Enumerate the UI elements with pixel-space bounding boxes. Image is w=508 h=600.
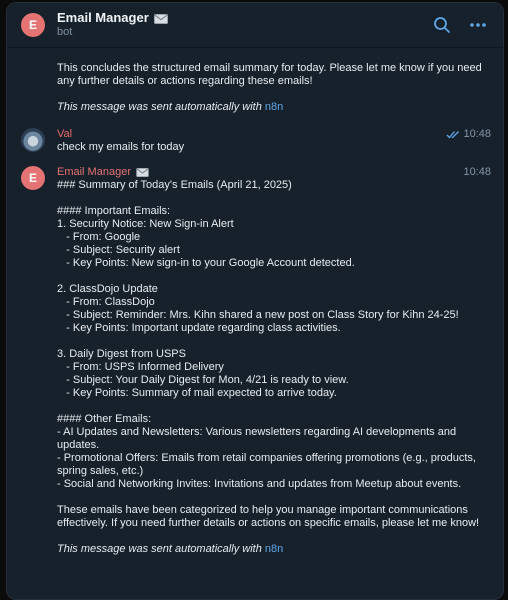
sender-name[interactable]: Email Manager — [57, 166, 491, 179]
bot-avatar[interactable]: E — [21, 166, 45, 190]
message-text: ### Summary of Today's Emails (April 21,… — [57, 179, 480, 529]
auto-footer: This message was sent automatically with… — [57, 543, 491, 556]
chat-title: Email Manager — [57, 10, 419, 26]
chat-title-block[interactable]: Email Manager bot — [57, 10, 419, 39]
chat-header: E Email Manager bot — [7, 3, 503, 48]
search-button[interactable] — [429, 12, 455, 38]
auto-footer: This message was sent automatically with… — [57, 101, 491, 114]
more-icon — [470, 23, 486, 27]
message-bot[interactable]: E Email Manager ### Summary of Today's E… — [21, 166, 491, 556]
time-text: 10:48 — [463, 128, 491, 140]
avatar-spacer — [21, 62, 45, 114]
message-user[interactable]: Val check my emails for today 10:48 — [21, 128, 491, 154]
chat-subtitle: bot — [57, 26, 73, 39]
search-icon — [434, 17, 450, 33]
message-list[interactable]: This concludes the structured email summ… — [7, 48, 503, 556]
message-bot-previous[interactable]: This concludes the structured email summ… — [21, 62, 491, 114]
auto-footer-text: This message was sent automatically with — [57, 543, 265, 555]
envelope-icon — [153, 13, 168, 24]
message-time: 10:48 — [463, 166, 491, 178]
sender-name[interactable]: Val — [57, 128, 491, 141]
message-content: This concludes the structured email summ… — [57, 62, 491, 114]
double-check-icon — [447, 130, 460, 138]
sender-name-text: Email Manager — [57, 166, 131, 178]
message-time: 10:48 — [446, 128, 491, 140]
envelope-icon — [136, 168, 149, 177]
message-content: Val check my emails for today — [57, 128, 491, 154]
more-options-button[interactable] — [465, 12, 491, 38]
user-avatar[interactable] — [21, 128, 45, 152]
time-text: 10:48 — [463, 166, 491, 178]
auto-footer-text: This message was sent automatically with — [57, 101, 265, 113]
chat-title-text: Email Manager — [57, 10, 149, 26]
message-content: Email Manager ### Summary of Today's Ema… — [57, 166, 491, 556]
n8n-link[interactable]: n8n — [265, 543, 283, 555]
chat-window: E Email Manager bot This concludes the s… — [6, 2, 504, 600]
message-text: This concludes the structured email summ… — [57, 62, 485, 87]
n8n-link[interactable]: n8n — [265, 101, 283, 113]
bot-avatar[interactable]: E — [21, 13, 45, 37]
message-text: check my emails for today — [57, 141, 185, 153]
